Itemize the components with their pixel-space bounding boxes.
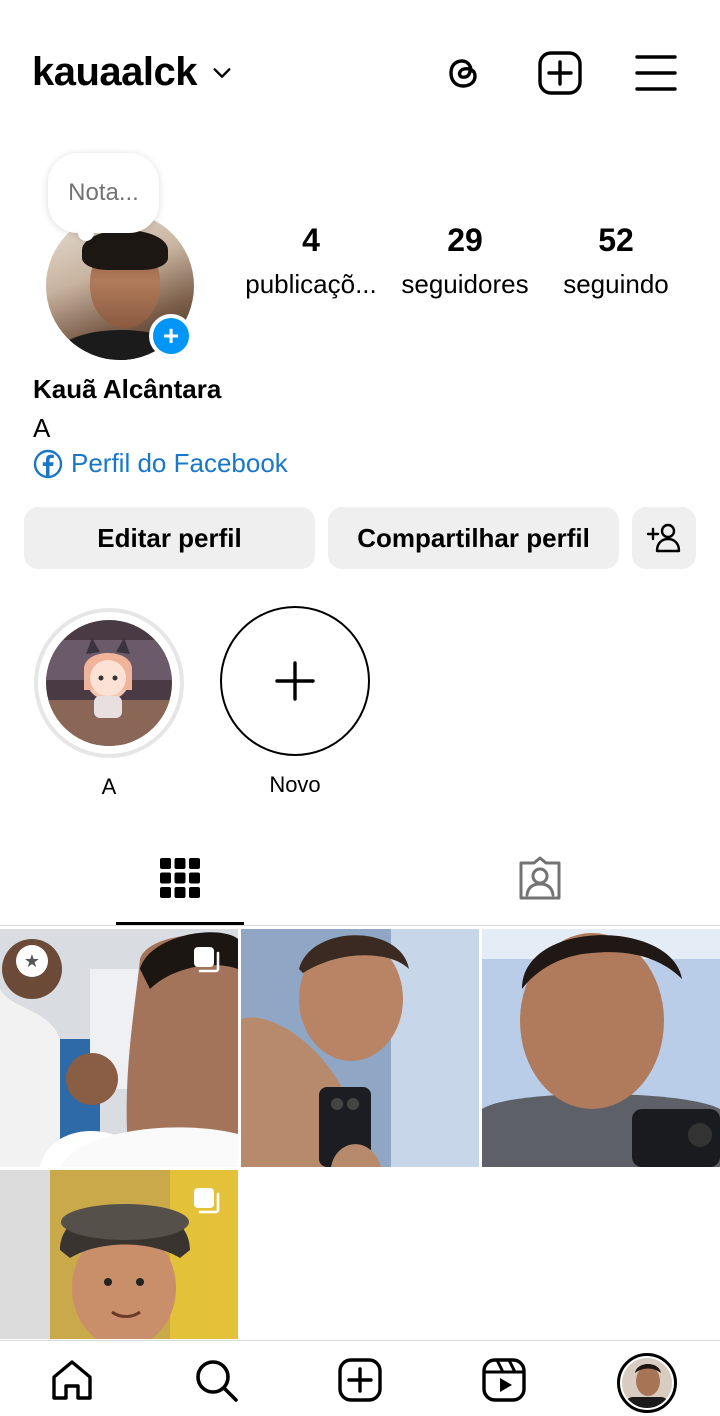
followers-stat[interactable]: 29 seguidores <box>390 222 540 300</box>
threads-icon[interactable] <box>440 50 486 96</box>
following-label: seguindo <box>563 269 669 299</box>
facebook-icon <box>33 449 63 478</box>
grid-icon <box>160 858 200 898</box>
create-icon <box>338 1358 382 1402</box>
full-name: Kauã Alcântara <box>33 374 222 404</box>
note-placeholder: Nota... <box>68 179 139 206</box>
bottom-navigation <box>0 1340 720 1416</box>
post-thumbnail[interactable] <box>241 929 479 1167</box>
followers-label: seguidores <box>401 269 529 299</box>
pinned-icon: ★ <box>16 945 48 977</box>
profile-avatar <box>617 1353 677 1413</box>
discover-people-button[interactable] <box>632 507 696 569</box>
add-person-icon <box>646 523 681 553</box>
highlight-cover <box>46 620 172 746</box>
active-tab-indicator <box>116 922 244 925</box>
posts-grid: ★ <box>0 929 720 1339</box>
reels-icon <box>482 1358 526 1402</box>
following-stat[interactable]: 52 seguindo <box>546 222 686 300</box>
nav-reels[interactable] <box>479 1355 529 1405</box>
search-icon <box>196 1360 238 1402</box>
facebook-link-label: Perfil do Facebook <box>71 448 288 478</box>
create-post-icon[interactable] <box>537 50 583 96</box>
nav-profile[interactable] <box>617 1353 677 1413</box>
carousel-icon <box>194 947 220 973</box>
add-story-button[interactable]: + <box>149 314 193 358</box>
followers-count: 29 <box>447 222 483 258</box>
note-bubble[interactable]: Nota... <box>48 153 159 241</box>
facebook-profile-link[interactable]: Perfil do Facebook <box>33 448 288 479</box>
tab-posts-grid[interactable] <box>116 830 244 926</box>
bio-text: A <box>33 413 51 443</box>
tagged-icon <box>519 856 561 900</box>
carousel-icon <box>194 1188 220 1214</box>
share-profile-button[interactable]: Compartilhar perfil <box>328 507 619 569</box>
nav-create[interactable] <box>335 1355 385 1405</box>
posts-label: publicaçõ... <box>245 269 377 299</box>
edit-profile-label: Editar perfil <box>97 522 242 553</box>
posts-count: 4 <box>302 222 320 258</box>
share-profile-label: Compartilhar perfil <box>357 522 590 553</box>
highlight-ring <box>34 608 184 758</box>
post-thumbnail[interactable]: ★ <box>0 929 238 1167</box>
menu-icon[interactable] <box>633 50 679 96</box>
post-image <box>482 929 720 1167</box>
profile-tabs <box>0 830 720 926</box>
post-image <box>241 929 479 1167</box>
new-highlight-ring <box>220 606 370 756</box>
new-highlight[interactable]: Novo <box>220 606 370 798</box>
highlight-label: A <box>101 774 117 799</box>
post-thumbnail[interactable] <box>482 929 720 1167</box>
posts-stat[interactable]: 4 publicaçõ... <box>236 222 386 300</box>
top-bar: kauaalck <box>0 0 720 146</box>
edit-profile-button[interactable]: Editar perfil <box>24 507 315 569</box>
nav-search[interactable] <box>191 1355 241 1405</box>
post-thumbnail[interactable] <box>0 1170 238 1339</box>
story-highlight[interactable]: A <box>34 608 184 800</box>
avatar-hair <box>82 230 168 270</box>
following-count: 52 <box>598 222 634 258</box>
nav-home[interactable] <box>47 1355 97 1405</box>
plus-icon <box>275 661 315 701</box>
username: kauaalck <box>32 50 198 94</box>
account-switcher[interactable]: kauaalck <box>32 50 233 95</box>
tab-tagged[interactable] <box>476 830 604 926</box>
home-icon <box>52 1360 92 1400</box>
chevron-down-icon <box>213 67 231 78</box>
new-highlight-label: Novo <box>269 772 321 797</box>
